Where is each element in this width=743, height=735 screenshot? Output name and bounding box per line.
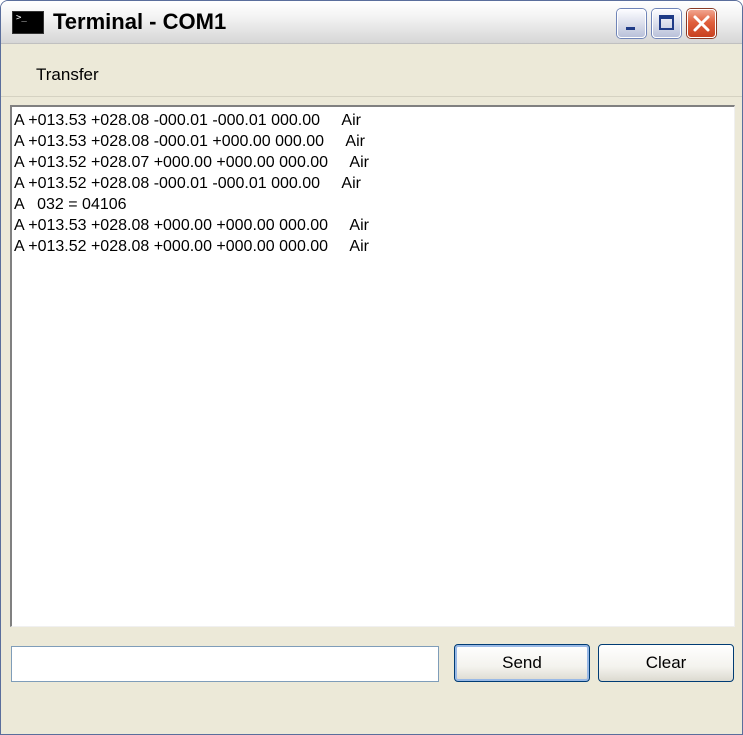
title-bar[interactable]: >_ Terminal - COM1 — [1, 1, 742, 44]
terminal-icon: >_ — [12, 11, 44, 34]
maximize-icon — [659, 15, 674, 30]
close-button[interactable] — [687, 9, 716, 38]
minimize-icon — [626, 27, 635, 30]
menu-item-transfer[interactable]: Transfer — [36, 64, 99, 86]
window-title: Terminal - COM1 — [53, 9, 227, 34]
output-line: A +013.52 +028.08 -000.01 -000.01 000.00… — [14, 175, 361, 192]
output-line: A +013.53 +028.08 -000.01 +000.00 000.00… — [14, 133, 365, 150]
close-icon — [693, 15, 710, 32]
clear-button[interactable]: Clear — [598, 644, 734, 682]
output-line: A +013.53 +028.08 -000.01 -000.01 000.00… — [14, 112, 361, 129]
menu-bar: Transfer — [1, 44, 742, 97]
terminal-output[interactable]: A +013.53 +028.08 -000.01 -000.01 000.00… — [10, 105, 735, 627]
maximize-button[interactable] — [652, 9, 681, 38]
output-line: A 032 = 04106 — [14, 196, 127, 213]
output-line: A +013.53 +028.08 +000.00 +000.00 000.00… — [14, 217, 369, 234]
send-button[interactable]: Send — [454, 644, 590, 682]
terminal-window: >_ Terminal - COM1 Transfer A +013.53 +0… — [0, 0, 743, 735]
command-input[interactable] — [11, 646, 439, 682]
output-line: A +013.52 +028.07 +000.00 +000.00 000.00… — [14, 154, 369, 171]
output-line: A +013.52 +028.08 +000.00 +000.00 000.00… — [14, 238, 369, 255]
minimize-button[interactable] — [617, 9, 646, 38]
